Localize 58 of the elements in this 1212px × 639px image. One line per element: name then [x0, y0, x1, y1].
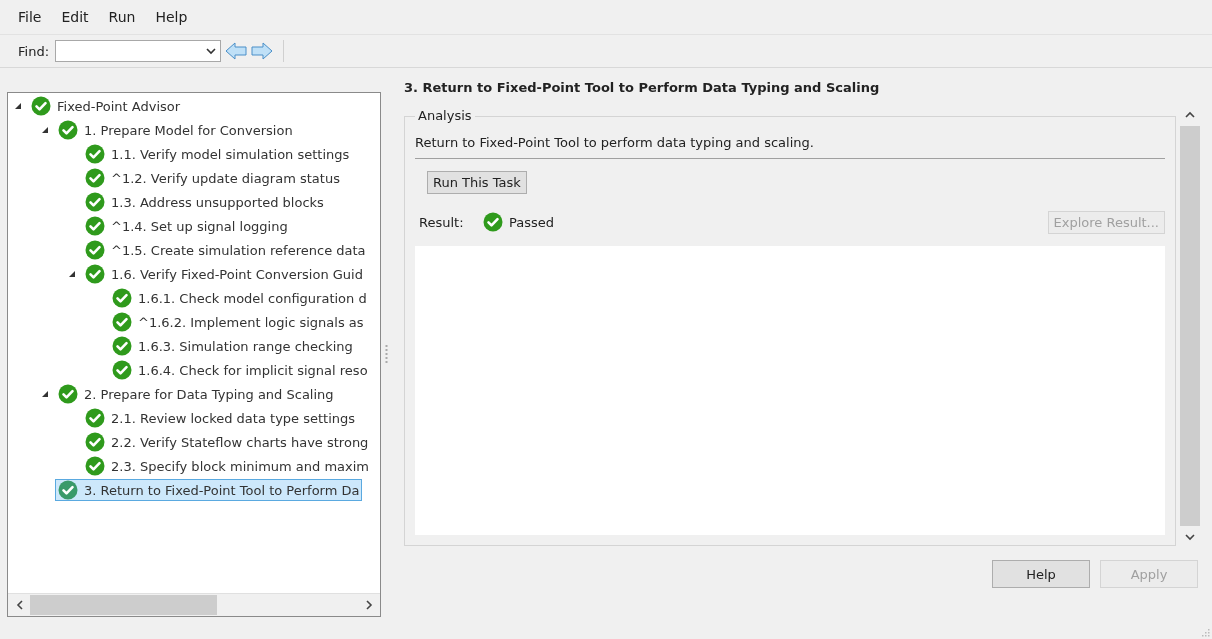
menu-item[interactable]: File [8, 9, 52, 25]
passed-check-icon [85, 168, 105, 188]
passed-check-icon [85, 264, 105, 284]
tree-item[interactable]: 1. Prepare Model for Conversion [55, 119, 296, 141]
expand-toggle-icon[interactable] [14, 102, 22, 110]
tree-item[interactable]: Fixed-Point Advisor [28, 95, 184, 117]
task-description: Return to Fixed-Point Tool to perform data typing and scaling. [415, 131, 1165, 159]
result-text: Passed [509, 214, 555, 230]
run-task-button[interactable]: Run This Task [427, 171, 527, 194]
tree-item[interactable]: ^1.6.2. Implement logic signals as [109, 311, 367, 333]
find-field[interactable] [55, 40, 221, 62]
passed-check-icon [85, 456, 105, 476]
find-label: Find: [18, 43, 49, 59]
result-label: Result: [419, 214, 465, 230]
tree-item[interactable]: 2. Prepare for Data Typing and Scaling [55, 383, 337, 405]
expand-toggle-icon[interactable] [41, 390, 49, 398]
horizontal-scrollbar[interactable] [8, 593, 380, 616]
passed-check-icon [85, 216, 105, 236]
scroll-right-icon[interactable] [365, 600, 373, 610]
tree-item[interactable]: 2.3. Specify block minimum and maxim [82, 455, 372, 477]
dropdown-caret-icon [206, 47, 216, 55]
passed-check-icon [85, 432, 105, 452]
tree-item[interactable]: ^1.5. Create simulation reference data [82, 239, 369, 261]
passed-check-icon [58, 384, 78, 404]
task-title: 3. Return to Fixed-Point Tool to Perform Data Typing and Scaling [404, 80, 881, 97]
tree-item[interactable]: 1.6.3. Simulation range checking [109, 335, 356, 357]
passed-check-icon [112, 336, 132, 356]
tree-item[interactable]: 2.2. Verify Stateflow charts have strong [82, 431, 372, 453]
tree-item[interactable]: 3. Return to Fixed-Point Tool to Perform Da [55, 479, 363, 501]
tree-item[interactable]: 2.1. Review locked data type settings [82, 407, 359, 429]
passed-check-icon [85, 144, 105, 164]
passed-check-icon [112, 312, 132, 332]
scroll-left-icon[interactable] [15, 600, 23, 610]
tree-item[interactable]: 1.6.1. Check model configuration d [109, 287, 370, 309]
splitter-grip-icon[interactable] [384, 343, 388, 364]
tree-item[interactable]: 1.1. Verify model simulation settings [82, 143, 353, 165]
passed-check-icon [483, 212, 503, 232]
tree-item[interactable]: 1.3. Address unsupported blocks [82, 191, 327, 213]
menu-item[interactable]: Help [145, 9, 198, 25]
menu-item[interactable]: Edit [51, 9, 99, 25]
menu-item[interactable]: Run [98, 9, 146, 25]
passed-check-icon [112, 288, 132, 308]
passed-check-icon [85, 408, 105, 428]
passed-check-icon [85, 192, 105, 212]
group-label: Analysis [415, 108, 475, 123]
tree-item[interactable]: 1.6. Verify Fixed-Point Conversion Guid [82, 263, 366, 285]
expand-toggle-icon[interactable] [68, 270, 76, 278]
passed-check-icon [85, 240, 105, 260]
tree-item[interactable]: ^1.2. Verify update diagram status [82, 167, 343, 189]
passed-check-icon [112, 360, 132, 380]
tree-item[interactable]: 1.6.4. Check for implicit signal reso [109, 359, 371, 381]
expand-toggle-icon[interactable] [41, 126, 49, 134]
tree-item[interactable]: ^1.4. Set up signal logging [82, 215, 291, 237]
resize-grip-icon[interactable] [1200, 627, 1210, 637]
passed-check-icon [58, 480, 78, 500]
passed-check-icon [58, 120, 78, 140]
dialog-button[interactable]: Help [992, 560, 1090, 588]
passed-check-icon [31, 96, 51, 116]
